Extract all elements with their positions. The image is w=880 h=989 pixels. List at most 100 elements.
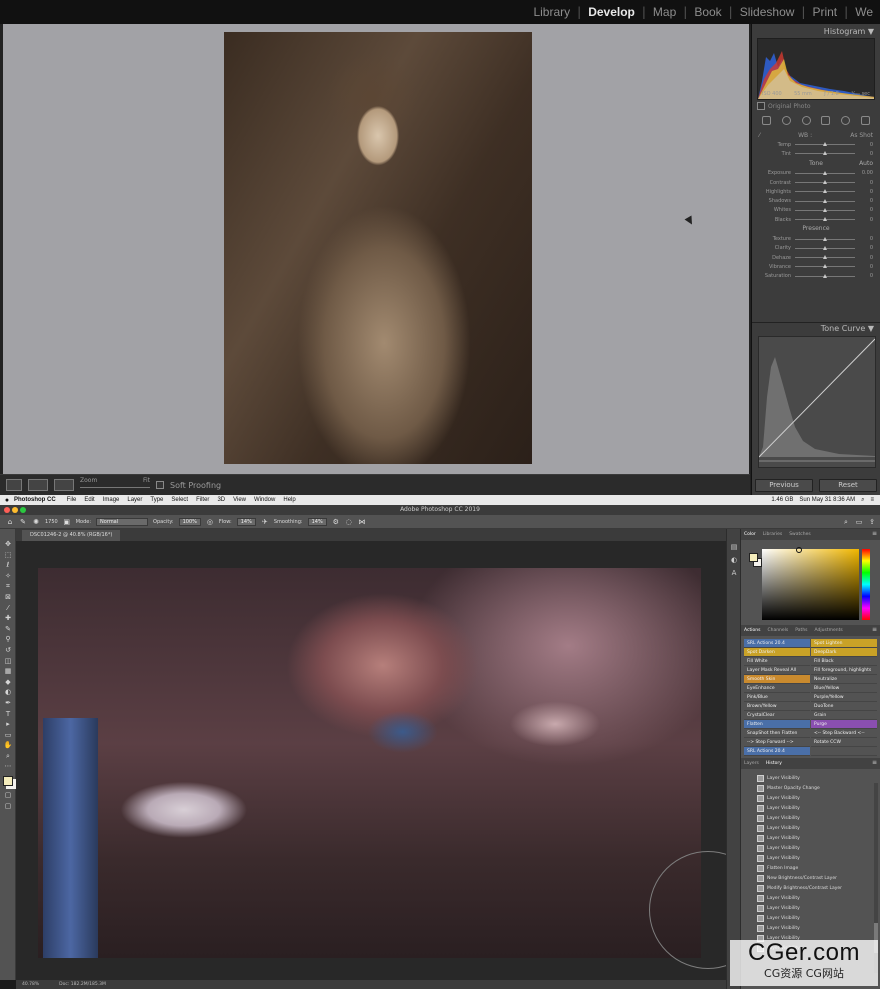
slider-exposure[interactable]: Exposure 0.00 [759, 169, 873, 178]
zoom-slider[interactable]: Zoom Fit [80, 477, 150, 492]
menu-edit[interactable]: Edit [80, 497, 98, 503]
history-state[interactable]: Layer Visibility [741, 773, 880, 783]
graduated-filter-icon[interactable] [821, 115, 831, 125]
color-field[interactable] [762, 547, 859, 620]
action-button[interactable]: Fill White [744, 657, 810, 666]
minimize-window-icon[interactable] [12, 507, 18, 513]
slider-clarity[interactable]: Clarity 0 [759, 244, 873, 253]
tab-history[interactable]: History [766, 761, 782, 766]
history-state[interactable]: Layer Visibility [741, 833, 880, 843]
slider-value[interactable]: 0 [855, 151, 873, 157]
slider-track[interactable] [795, 142, 855, 147]
slider-tint[interactable]: Tint 0 [759, 149, 873, 158]
history-state[interactable]: Layer Visibility [741, 803, 880, 813]
history-state[interactable]: Layer Visibility [741, 793, 880, 803]
panel-menu-icon[interactable]: ≡ [872, 626, 877, 633]
previous-button[interactable]: Previous [755, 478, 813, 492]
action-button[interactable]: SRL Actions 20.4 [744, 639, 810, 648]
slider-track[interactable] [795, 264, 855, 269]
slider-knob[interactable] [823, 142, 827, 147]
spotlight-icon[interactable]: ⌕ [861, 497, 864, 504]
action-button[interactable]: Spot Lighten [811, 639, 877, 648]
slider-dehaze[interactable]: Dehaze 0 [759, 253, 873, 262]
clock-readout[interactable]: Sun May 31 8:36 AM [799, 497, 855, 504]
before-after-swap-button[interactable] [54, 479, 74, 491]
slider-track[interactable] [795, 255, 855, 260]
slider-knob[interactable] [823, 217, 827, 222]
color-picker-dot[interactable] [796, 547, 802, 553]
properties-panel-icon[interactable]: ◐ [727, 554, 741, 567]
history-state[interactable]: Layer Visibility [741, 893, 880, 903]
collapse-triangle-icon[interactable]: ▼ [868, 324, 874, 333]
module-print[interactable]: Print [805, 5, 844, 19]
tab-libraries[interactable]: Libraries [763, 532, 782, 537]
slider-track[interactable] [795, 217, 855, 222]
menu-image[interactable]: Image [99, 497, 124, 503]
history-state[interactable]: Layer Visibility [741, 923, 880, 933]
before-after-button[interactable] [28, 479, 48, 491]
wb-value[interactable]: As Shot [850, 132, 873, 139]
slider-temp[interactable]: Temp 0 [759, 140, 873, 149]
slider-knob[interactable] [823, 189, 827, 194]
slider-texture[interactable]: Texture 0 [759, 234, 873, 243]
action-button[interactable]: Blue/Yellow [811, 684, 877, 693]
menu-type[interactable]: Type [146, 497, 167, 503]
symmetry-icon[interactable]: ⋈ [358, 518, 366, 526]
action-button[interactable]: Neutralize [811, 675, 877, 684]
module-slideshow[interactable]: Slideshow [733, 5, 802, 19]
slider-value[interactable]: 0 [855, 255, 873, 261]
menu-layer[interactable]: Layer [123, 497, 146, 503]
ballerinas-photo[interactable] [38, 568, 701, 958]
tab-adjustments[interactable]: Adjustments [815, 628, 843, 633]
action-button[interactable]: Rotate CCW [811, 738, 877, 747]
tone-curve-header[interactable]: Tone Curve ▼ [752, 322, 880, 334]
slider-knob[interactable] [823, 273, 827, 278]
frame-tool-icon[interactable]: ⊠ [0, 592, 16, 603]
action-button[interactable]: Fill Black [811, 657, 877, 666]
path-select-icon[interactable]: ▸ [0, 719, 16, 730]
flow-input[interactable]: 14% [236, 517, 256, 526]
module-library[interactable]: Library [526, 5, 577, 19]
history-state[interactable]: Modify Brightness/Contrast Layer [741, 883, 880, 893]
character-panel-icon[interactable]: A [727, 567, 741, 580]
app-menu[interactable]: Photoshop CC [14, 497, 63, 503]
zoom-readout[interactable]: 40.78% [22, 982, 39, 987]
slider-knob[interactable] [823, 151, 827, 156]
type-tool-icon[interactable]: T [0, 709, 16, 720]
action-button[interactable]: --> Step Forward --> [744, 738, 810, 747]
zoom-window-icon[interactable] [20, 507, 26, 513]
slider-knob[interactable] [823, 170, 827, 175]
soft-proofing-checkbox[interactable] [156, 481, 164, 489]
smoothing-settings-icon[interactable]: ⚙ [332, 518, 340, 526]
action-button[interactable]: Spot Darken [744, 648, 810, 657]
slider-track[interactable] [795, 198, 855, 203]
apple-menu-icon[interactable]: ● [0, 497, 14, 504]
history-state[interactable]: Layer Visibility [741, 903, 880, 913]
quick-select-icon[interactable]: ✧ [0, 571, 16, 582]
slider-whites[interactable]: Whites 0 [759, 206, 873, 215]
history-state[interactable]: Layer Visibility [741, 913, 880, 923]
slider-value[interactable]: 0 [855, 217, 873, 223]
mode-select[interactable]: Normal [96, 517, 149, 526]
slider-value[interactable]: 0 [855, 189, 873, 195]
collapse-triangle-icon[interactable]: ▼ [868, 27, 874, 36]
zoom-tool-icon[interactable]: ⌕ [0, 751, 16, 762]
action-button[interactable]: EyeEnhance [744, 684, 810, 693]
action-button[interactable]: Fill foreground, highlights [811, 666, 877, 675]
lasso-tool-icon[interactable]: ℓ [0, 560, 16, 571]
history-state[interactable]: Flatten Image [741, 863, 880, 873]
panel-menu-icon[interactable]: ≡ [872, 530, 877, 537]
menu-3d[interactable]: 3D [213, 497, 229, 503]
crop-tool-icon[interactable]: ⌗ [0, 581, 16, 592]
slider-knob[interactable] [823, 255, 827, 260]
menu-window[interactable]: Window [250, 497, 279, 503]
slider-track[interactable] [795, 207, 855, 212]
slider-value[interactable]: 0 [855, 142, 873, 148]
action-button[interactable]: <-- Step Backward <-- [811, 729, 877, 738]
sepia-portrait-photo[interactable] [224, 32, 532, 464]
loupe-view-button[interactable] [6, 479, 22, 491]
spot-removal-icon[interactable] [781, 115, 791, 125]
history-state[interactable]: Layer Visibility [741, 853, 880, 863]
history-state[interactable]: Master Opacity Change [741, 783, 880, 793]
lightroom-image-area[interactable] [3, 24, 749, 474]
